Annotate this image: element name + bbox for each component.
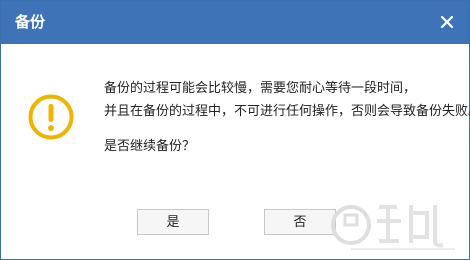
confirm-question: 是否继续备份？ — [104, 139, 196, 154]
dialog-title: 备份 — [15, 13, 46, 31]
no-button[interactable]: 否 — [264, 209, 336, 235]
dialog-titlebar: 备份 — [1, 1, 469, 44]
yes-button[interactable]: 是 — [137, 209, 209, 235]
backup-dialog: 备份 备份的过程可能会比较慢，需要您耐心等待一段时间， 并且在备份的过程中，不可… — [0, 0, 470, 260]
warning-icon — [27, 93, 75, 141]
message-line-1: 备份的过程可能会比较慢，需要您耐心等待一段时间， — [104, 81, 417, 96]
close-icon[interactable] — [437, 12, 457, 32]
site-watermark-logo — [331, 191, 461, 255]
message-line-2: 并且在备份的过程中，不可进行任何操作，否则会导致备份失败。 — [104, 104, 470, 119]
